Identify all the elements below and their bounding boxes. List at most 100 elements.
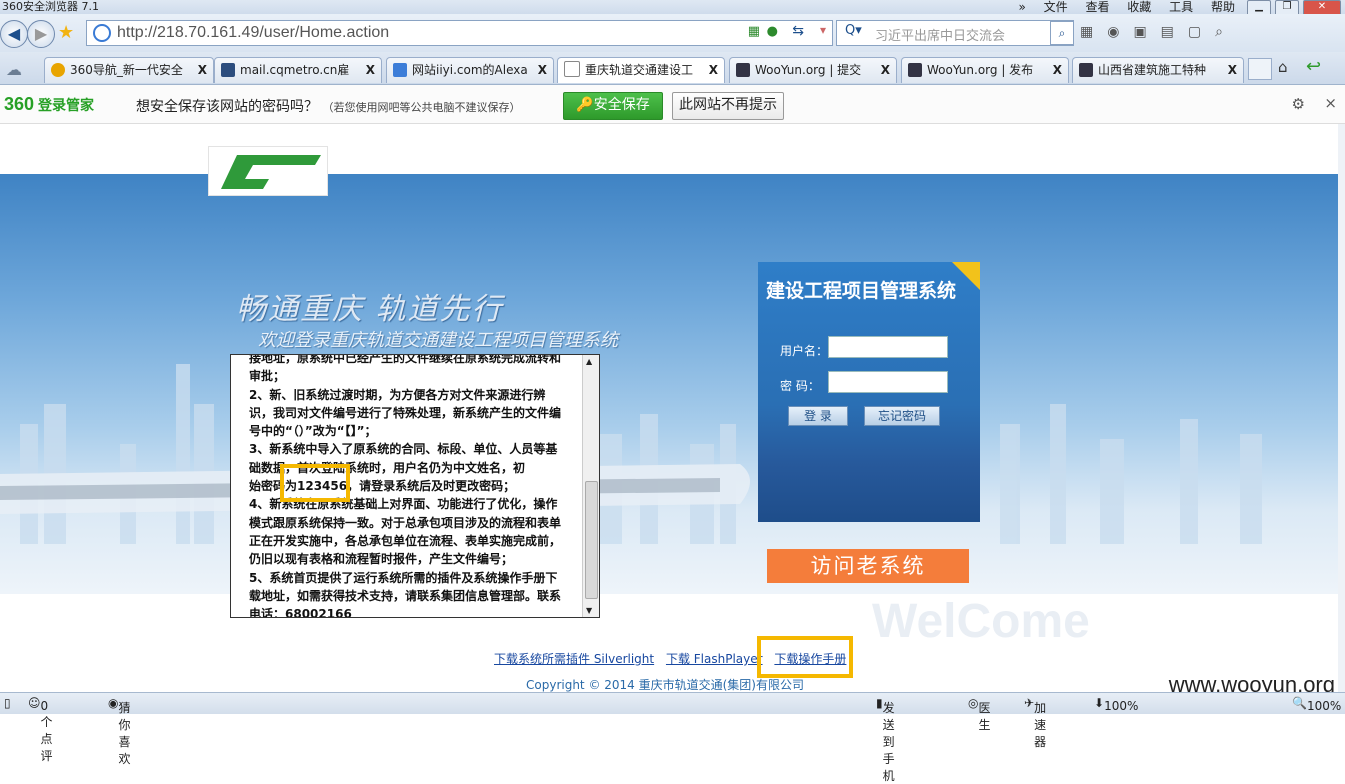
slogan-main: 畅通重庆 轨道先行	[236, 292, 504, 327]
notice-line: 2、新、旧系统过渡时期，为方便各方对文件来源进行辨	[249, 387, 546, 402]
favorite-star-icon[interactable]: ★	[58, 22, 74, 43]
forward-button[interactable]: ▶	[27, 20, 55, 48]
tab-shanxi[interactable]: 山西省建筑施工特种 X	[1072, 57, 1244, 83]
password-manager-bar: 360 登录管家 想安全保存该网站的密码吗？ （若您使用网吧等公共电脑不建议保存）…	[0, 85, 1345, 124]
scroll-down-icon[interactable]: ▼	[586, 606, 592, 615]
menu-more[interactable]: »	[1018, 0, 1025, 14]
menu-bar: » 文件 查看 收藏 工具 帮助	[1004, 0, 1235, 15]
tab-close-icon[interactable]: X	[538, 58, 547, 82]
tab-alexa[interactable]: 网站iiyi.com的Alexa X	[386, 57, 554, 83]
forgot-password-button[interactable]: 忘记密码	[864, 406, 940, 426]
toolbar-icons[interactable]: ▦◉▣▤▢⌕	[1080, 24, 1237, 40]
tab-favicon-icon	[51, 63, 65, 77]
search-input[interactable]: 习近平出席中日交流会	[875, 25, 1005, 44]
dropdown-chevron-icon[interactable]: ▾	[820, 23, 826, 37]
search-engine-icon[interactable]: Q▾	[845, 23, 862, 38]
scrollbar-thumb[interactable]	[585, 481, 598, 599]
never-ask-button[interactable]: 此网站不再提示	[672, 92, 784, 120]
notice-line: 正在开发实施中，各总承包单位在流程、表单实施完成前，	[249, 533, 562, 548]
home-icon[interactable]: ⌂	[1278, 58, 1288, 76]
360-logo: 360 登录管家	[4, 94, 95, 114]
secure-save-button[interactable]: 🔑安全保存	[563, 92, 663, 120]
notice-line: 3、新系统中导入了原系统的合同、标段、单位、人员等基	[249, 442, 558, 457]
login-button[interactable]: 登 录	[788, 406, 848, 426]
slogan-welcome: 欢迎登录重庆轨道交通建设工程项目管理系统	[258, 330, 618, 351]
page-scrollbar[interactable]	[1338, 124, 1345, 692]
web-page: WelCome 畅通重庆 轨道先行 欢迎登录重庆轨道交通建设工程项目管理系统 接…	[0, 124, 1338, 692]
old-system-button[interactable]: 访问老系统	[767, 549, 969, 583]
download-status[interactable]: ⬇ 100%	[1094, 696, 1138, 713]
cloud-icon[interactable]: ☁	[6, 60, 22, 79]
search-button-icon[interactable]: ⌕	[1050, 21, 1074, 45]
gear-icon[interactable]: ⚙	[1292, 95, 1305, 113]
tab-close-icon[interactable]: X	[366, 58, 375, 82]
back-button[interactable]: ◀	[0, 20, 28, 48]
tab-360nav[interactable]: 360导航_新一代安全 X	[44, 57, 214, 83]
doctor-button[interactable]: ◎ 医生	[968, 696, 991, 732]
menu-favorites[interactable]: 收藏	[1127, 0, 1151, 14]
guess-like-status[interactable]: ◉ 猜你喜欢	[108, 696, 131, 766]
corner-ribbon	[952, 262, 980, 290]
username-label: 用户名：	[780, 344, 829, 358]
highlight-manual-link	[757, 636, 853, 678]
page-icon	[93, 24, 111, 42]
undo-icon[interactable]: ↩	[1306, 56, 1321, 77]
menu-view[interactable]: 查看	[1085, 0, 1109, 14]
cqmetro-logo	[208, 146, 328, 196]
menu-file[interactable]: 文件	[1044, 0, 1068, 14]
notice-line: 模式跟原系统保持一致。对于总承包项目涉及的流程和表单	[249, 515, 562, 530]
tab-favicon-icon	[736, 63, 750, 77]
highlight-password-box	[280, 464, 350, 502]
tab-close-icon[interactable]: X	[198, 58, 207, 82]
title-bar: 360安全浏览器 7.1 » 文件 查看 收藏 工具 帮助 ▁ ❐ ✕	[0, 0, 1345, 16]
notice-line: 电话：68002166	[249, 607, 352, 618]
password-input[interactable]	[828, 371, 948, 393]
accelerator-button[interactable]: ✈ 加速器	[1024, 696, 1046, 749]
url-text[interactable]: http://218.70.161.49/user/Home.action	[117, 24, 389, 42]
login-panel: 建设工程项目管理系统 用户名： 密 码： 登 录 忘记密码	[758, 262, 980, 522]
new-tab-button[interactable]	[1248, 58, 1272, 80]
close-icon[interactable]: ×	[1324, 94, 1337, 112]
address-bar[interactable]: http://218.70.161.49/user/Home.action ▦ …	[86, 20, 833, 46]
cqmetro-logo-mark	[221, 155, 321, 189]
scroll-up-icon[interactable]: ▲	[586, 357, 592, 366]
tab-favicon-icon	[393, 63, 407, 77]
banner-background: WelCome	[0, 174, 1338, 648]
download-silverlight-link[interactable]: 下载系统所需插件 Silverlight	[494, 652, 654, 666]
qr-icon[interactable]: ▦	[748, 24, 760, 39]
password-prompt: 想安全保存该网站的密码吗？ （若您使用网吧等公共电脑不建议保存）	[136, 99, 521, 115]
tab-wooyun-submit[interactable]: WooYun.org | 提交 X	[729, 57, 897, 83]
comments-status[interactable]: ☺ 0个点评	[28, 696, 53, 763]
username-input[interactable]	[828, 336, 948, 358]
search-box[interactable]: Q▾ 习近平出席中日交流会	[836, 20, 1074, 46]
refresh-icon[interactable]: ⇆	[792, 23, 804, 39]
security-icon[interactable]: ●	[767, 24, 778, 39]
send-to-phone[interactable]: ▮ 发送到手机	[876, 696, 895, 783]
tab-favicon-icon	[908, 63, 922, 77]
tab-mail[interactable]: mail.cqmetro.cn雇 X	[214, 57, 382, 83]
tab-favicon-icon	[221, 63, 235, 77]
menu-help[interactable]: 帮助	[1211, 0, 1235, 14]
skyline-illustration	[0, 364, 1262, 544]
sidebar-toggle-icon[interactable]: ▯	[4, 696, 11, 710]
tab-close-icon[interactable]: X	[709, 58, 718, 82]
window-title: 360安全浏览器 7.1	[2, 0, 99, 13]
status-bar: ▯ ☺ 0个点评 ◉ 猜你喜欢 ▮ 发送到手机 ◎ 医生 ✈ 加速器 ⬇ 100…	[0, 692, 1345, 783]
notice-scrollbar[interactable]: ▲ ▼	[582, 355, 599, 617]
login-title: 建设工程项目管理系统	[766, 280, 957, 302]
password-label: 密 码：	[780, 379, 820, 393]
notice-line: 5、系统首页提供了运行系统所需的插件及系统操作手册下	[249, 570, 558, 585]
notice-line: 号中的“（）”改为“【】”；	[249, 424, 377, 439]
tab-strip: ☁ 360导航_新一代安全 X mail.cqmetro.cn雇 X 网站iiyi.…	[0, 52, 1345, 85]
menu-tools[interactable]: 工具	[1169, 0, 1193, 14]
tab-close-icon[interactable]: X	[881, 58, 890, 82]
tab-favicon-icon	[564, 61, 580, 77]
tab-close-icon[interactable]: X	[1053, 58, 1062, 82]
tab-close-icon[interactable]: X	[1228, 58, 1237, 82]
download-flashplayer-link[interactable]: 下载 FlashPlayer	[666, 652, 763, 666]
tab-wooyun-publish[interactable]: WooYun.org | 发布 X	[901, 57, 1069, 83]
zoom-level[interactable]: 🔍 100%	[1292, 696, 1341, 713]
notice-line: 审批；	[249, 369, 286, 384]
welcome-watermark: WelCome	[872, 595, 1090, 648]
tab-cqmetro-active[interactable]: 重庆轨道交通建设工 X	[557, 57, 725, 83]
